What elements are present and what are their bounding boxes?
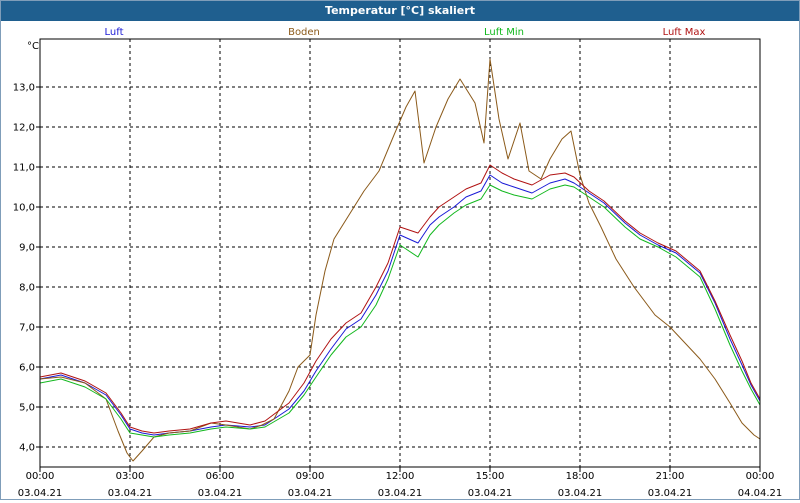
y-axis-label: °C bbox=[27, 41, 39, 52]
x-tick-date-label: 03.04.21 bbox=[288, 488, 333, 499]
legend-entry-luft-max: Luft Max bbox=[663, 27, 706, 38]
legend-entry-luft-min: Luft Min bbox=[484, 27, 524, 38]
x-tick-time-label: 15:00 bbox=[476, 471, 505, 482]
x-tick-date-label: 03.04.21 bbox=[198, 488, 243, 499]
temperature-chart: Luft Boden Luft Min Luft Max °C 4,0 5,0 6,0 7,… bbox=[13, 27, 783, 499]
y-tick-label: 5,0 bbox=[19, 403, 35, 414]
y-tick-label: 4,0 bbox=[19, 443, 35, 454]
y-tick-label: 10,0 bbox=[13, 203, 35, 214]
x-tick-date-label: 03.04.21 bbox=[108, 488, 153, 499]
x-tick-time-label: 18:00 bbox=[566, 471, 595, 482]
x-tick-time-label: 06:00 bbox=[206, 471, 235, 482]
x-tick-date-label: 03.04.21 bbox=[18, 488, 63, 499]
x-tick-time-label: 00:00 bbox=[26, 471, 55, 482]
y-tick-label: 12,0 bbox=[13, 123, 35, 134]
legend-entry-luft: Luft bbox=[105, 27, 124, 38]
x-tick-time-label: 03:00 bbox=[116, 471, 145, 482]
y-tick-label: 13,0 bbox=[13, 83, 35, 94]
legend: Luft Boden Luft Min Luft Max bbox=[105, 27, 706, 38]
x-tick-date-label: 03.04.21 bbox=[648, 488, 693, 499]
chart-title: Temperatur [°C] skaliert bbox=[1, 1, 799, 21]
plot-frame bbox=[39, 38, 761, 468]
x-tick-time-label: 00:00 bbox=[746, 471, 775, 482]
y-tick-label: 9,0 bbox=[19, 243, 35, 254]
plot-area: Luft Boden Luft Min Luft Max °C 4,0 5,0 6,0 7,… bbox=[1, 21, 799, 499]
x-tick-time-label: 09:00 bbox=[296, 471, 325, 482]
y-tick-label: 7,0 bbox=[19, 323, 35, 334]
y-tick-label: 6,0 bbox=[19, 363, 35, 374]
x-tick-date-label: 04.04.21 bbox=[738, 488, 783, 499]
legend-entry-boden: Boden bbox=[288, 27, 320, 38]
grid bbox=[40, 39, 760, 467]
x-tick-date-label: 03.04.21 bbox=[378, 488, 423, 499]
x-tick-time-label: 12:00 bbox=[386, 471, 415, 482]
x-ticks: 00:00 03.04.21 03:00 03.04.21 06:00 03.04.21 0… bbox=[18, 467, 783, 499]
x-tick-date-label: 03.04.21 bbox=[558, 488, 603, 499]
x-tick-date-label: 03.04.21 bbox=[468, 488, 513, 499]
y-ticks: 4,0 5,0 6,0 7,0 8,0 9,0 10,0 11,0 12,0 13,0 bbox=[13, 83, 40, 454]
y-tick-label: 11,0 bbox=[13, 163, 35, 174]
x-tick-time-label: 21:00 bbox=[656, 471, 685, 482]
chart-window: Temperatur [°C] skaliert Luft Boden Luft M… bbox=[0, 0, 800, 500]
y-tick-label: 8,0 bbox=[19, 283, 35, 294]
